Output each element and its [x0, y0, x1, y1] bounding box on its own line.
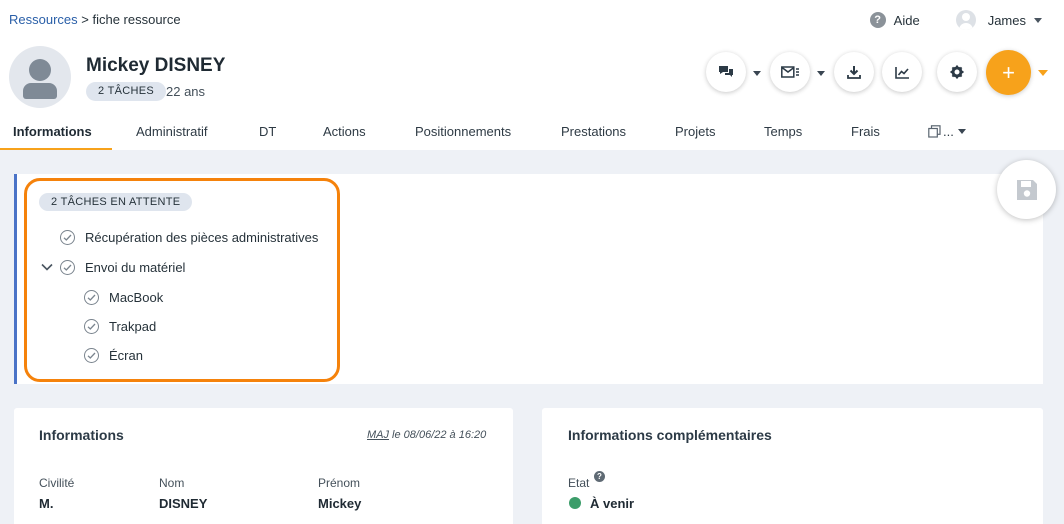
- mail-icon: [781, 66, 799, 78]
- task-item[interactable]: Envoi du matériel: [60, 258, 185, 276]
- page-title: Mickey DISNEY: [86, 55, 226, 76]
- subtask-label: MacBook: [109, 289, 164, 305]
- tab-more[interactable]: ...: [928, 112, 966, 150]
- field-label-prenom: Prénom: [318, 476, 361, 490]
- breadcrumb-separator: >: [77, 12, 93, 27]
- field-value-prenom: Mickey: [318, 496, 362, 511]
- user-avatar-icon[interactable]: [955, 10, 976, 30]
- settings-button[interactable]: [937, 52, 977, 92]
- chat-chevron-down-icon[interactable]: [753, 71, 761, 76]
- tab-frais[interactable]: Frais: [851, 112, 880, 150]
- plus-icon: +: [1002, 59, 1015, 85]
- check-icon[interactable]: [84, 347, 99, 363]
- tab-dt[interactable]: DT: [259, 112, 276, 150]
- user-menu-chevron-down-icon[interactable]: [1034, 17, 1042, 23]
- tab-more-label: ...: [943, 124, 954, 139]
- subtask-item[interactable]: Trakpad: [84, 317, 156, 335]
- top-right-menu: ? Aide James: [869, 9, 1064, 31]
- mail-button[interactable]: [770, 52, 810, 92]
- download-icon: [847, 66, 861, 79]
- chevron-down-icon[interactable]: [40, 261, 54, 273]
- save-button[interactable]: [997, 160, 1056, 219]
- chat-button[interactable]: [706, 52, 746, 92]
- check-icon[interactable]: [60, 229, 75, 245]
- subtask-item[interactable]: Écran: [84, 346, 143, 364]
- status-dot: [569, 497, 581, 509]
- tab-positionnements[interactable]: Positionnements: [415, 112, 511, 150]
- gear-icon: [950, 65, 964, 79]
- status-value: À venir: [590, 496, 635, 511]
- tab-administratif[interactable]: Administratif: [136, 112, 208, 150]
- add-chevron-down-icon[interactable]: [1038, 70, 1048, 76]
- add-button[interactable]: +: [986, 50, 1031, 95]
- tasks-count-badge[interactable]: 2 TÂCHES: [86, 82, 166, 101]
- field-label-etat: Etat: [568, 476, 590, 490]
- subtask-item[interactable]: MacBook: [84, 288, 163, 306]
- subtask-label: Trakpad: [109, 318, 157, 334]
- chart-icon: [894, 66, 909, 79]
- field-label-nom: Nom: [159, 476, 185, 490]
- maj-label[interactable]: MAJ: [367, 429, 389, 441]
- copy-icon: [928, 125, 941, 138]
- task-label: Envoi du matériel: [85, 259, 186, 275]
- top-bar: Ressources > fiche ressource ? Aide Jame…: [0, 0, 1064, 150]
- download-button[interactable]: [834, 52, 874, 92]
- field-value-nom: DISNEY: [159, 496, 208, 511]
- maj-date: le 08/06/22 à 16:20: [389, 429, 487, 441]
- breadcrumb-current: fiche ressource: [92, 12, 181, 27]
- breadcrumb-link-ressources[interactable]: Ressources: [9, 12, 78, 27]
- tab-informations[interactable]: Informations: [13, 112, 92, 150]
- mail-chevron-down-icon[interactable]: [817, 71, 825, 76]
- chat-icon: [719, 66, 733, 77]
- tab-prestations[interactable]: Prestations: [561, 112, 626, 150]
- stats-button[interactable]: [882, 52, 922, 92]
- help-icon[interactable]: ?: [594, 471, 605, 482]
- informations-card: [14, 408, 513, 524]
- check-icon[interactable]: [60, 259, 75, 275]
- tab-bar: Informations Administratif DT Actions Po…: [0, 112, 1064, 150]
- help-icon[interactable]: ?: [869, 12, 886, 28]
- check-icon[interactable]: [84, 289, 99, 305]
- field-value-civilite: M.: [39, 496, 54, 511]
- tab-actions[interactable]: Actions: [323, 112, 366, 150]
- help-link[interactable]: Aide: [894, 13, 920, 28]
- save-icon: [1016, 179, 1037, 200]
- field-label-civilite: Civilité: [39, 476, 75, 490]
- resource-avatar: [9, 46, 71, 108]
- active-tab-indicator: [0, 148, 112, 150]
- extra-info-card-title: Informations complémentaires: [568, 427, 772, 443]
- tab-temps[interactable]: Temps: [764, 112, 802, 150]
- resource-age: 22 ans: [166, 84, 206, 99]
- task-label: Récupération des pièces administratives: [85, 229, 319, 245]
- breadcrumb: Ressources > fiche ressource: [9, 12, 181, 27]
- task-item[interactable]: Récupération des pièces administratives: [60, 228, 318, 246]
- subtask-label: Écran: [109, 347, 143, 363]
- tab-more-chevron-down-icon: [957, 129, 966, 134]
- check-icon[interactable]: [84, 318, 99, 334]
- last-update-info: MAJ le 08/06/22 à 16:20: [367, 429, 486, 441]
- pending-tasks-badge: 2 TÂCHES EN ATTENTE: [39, 193, 193, 211]
- user-menu[interactable]: James: [988, 13, 1026, 28]
- tab-projets[interactable]: Projets: [675, 112, 715, 150]
- informations-card-title: Informations: [39, 427, 124, 443]
